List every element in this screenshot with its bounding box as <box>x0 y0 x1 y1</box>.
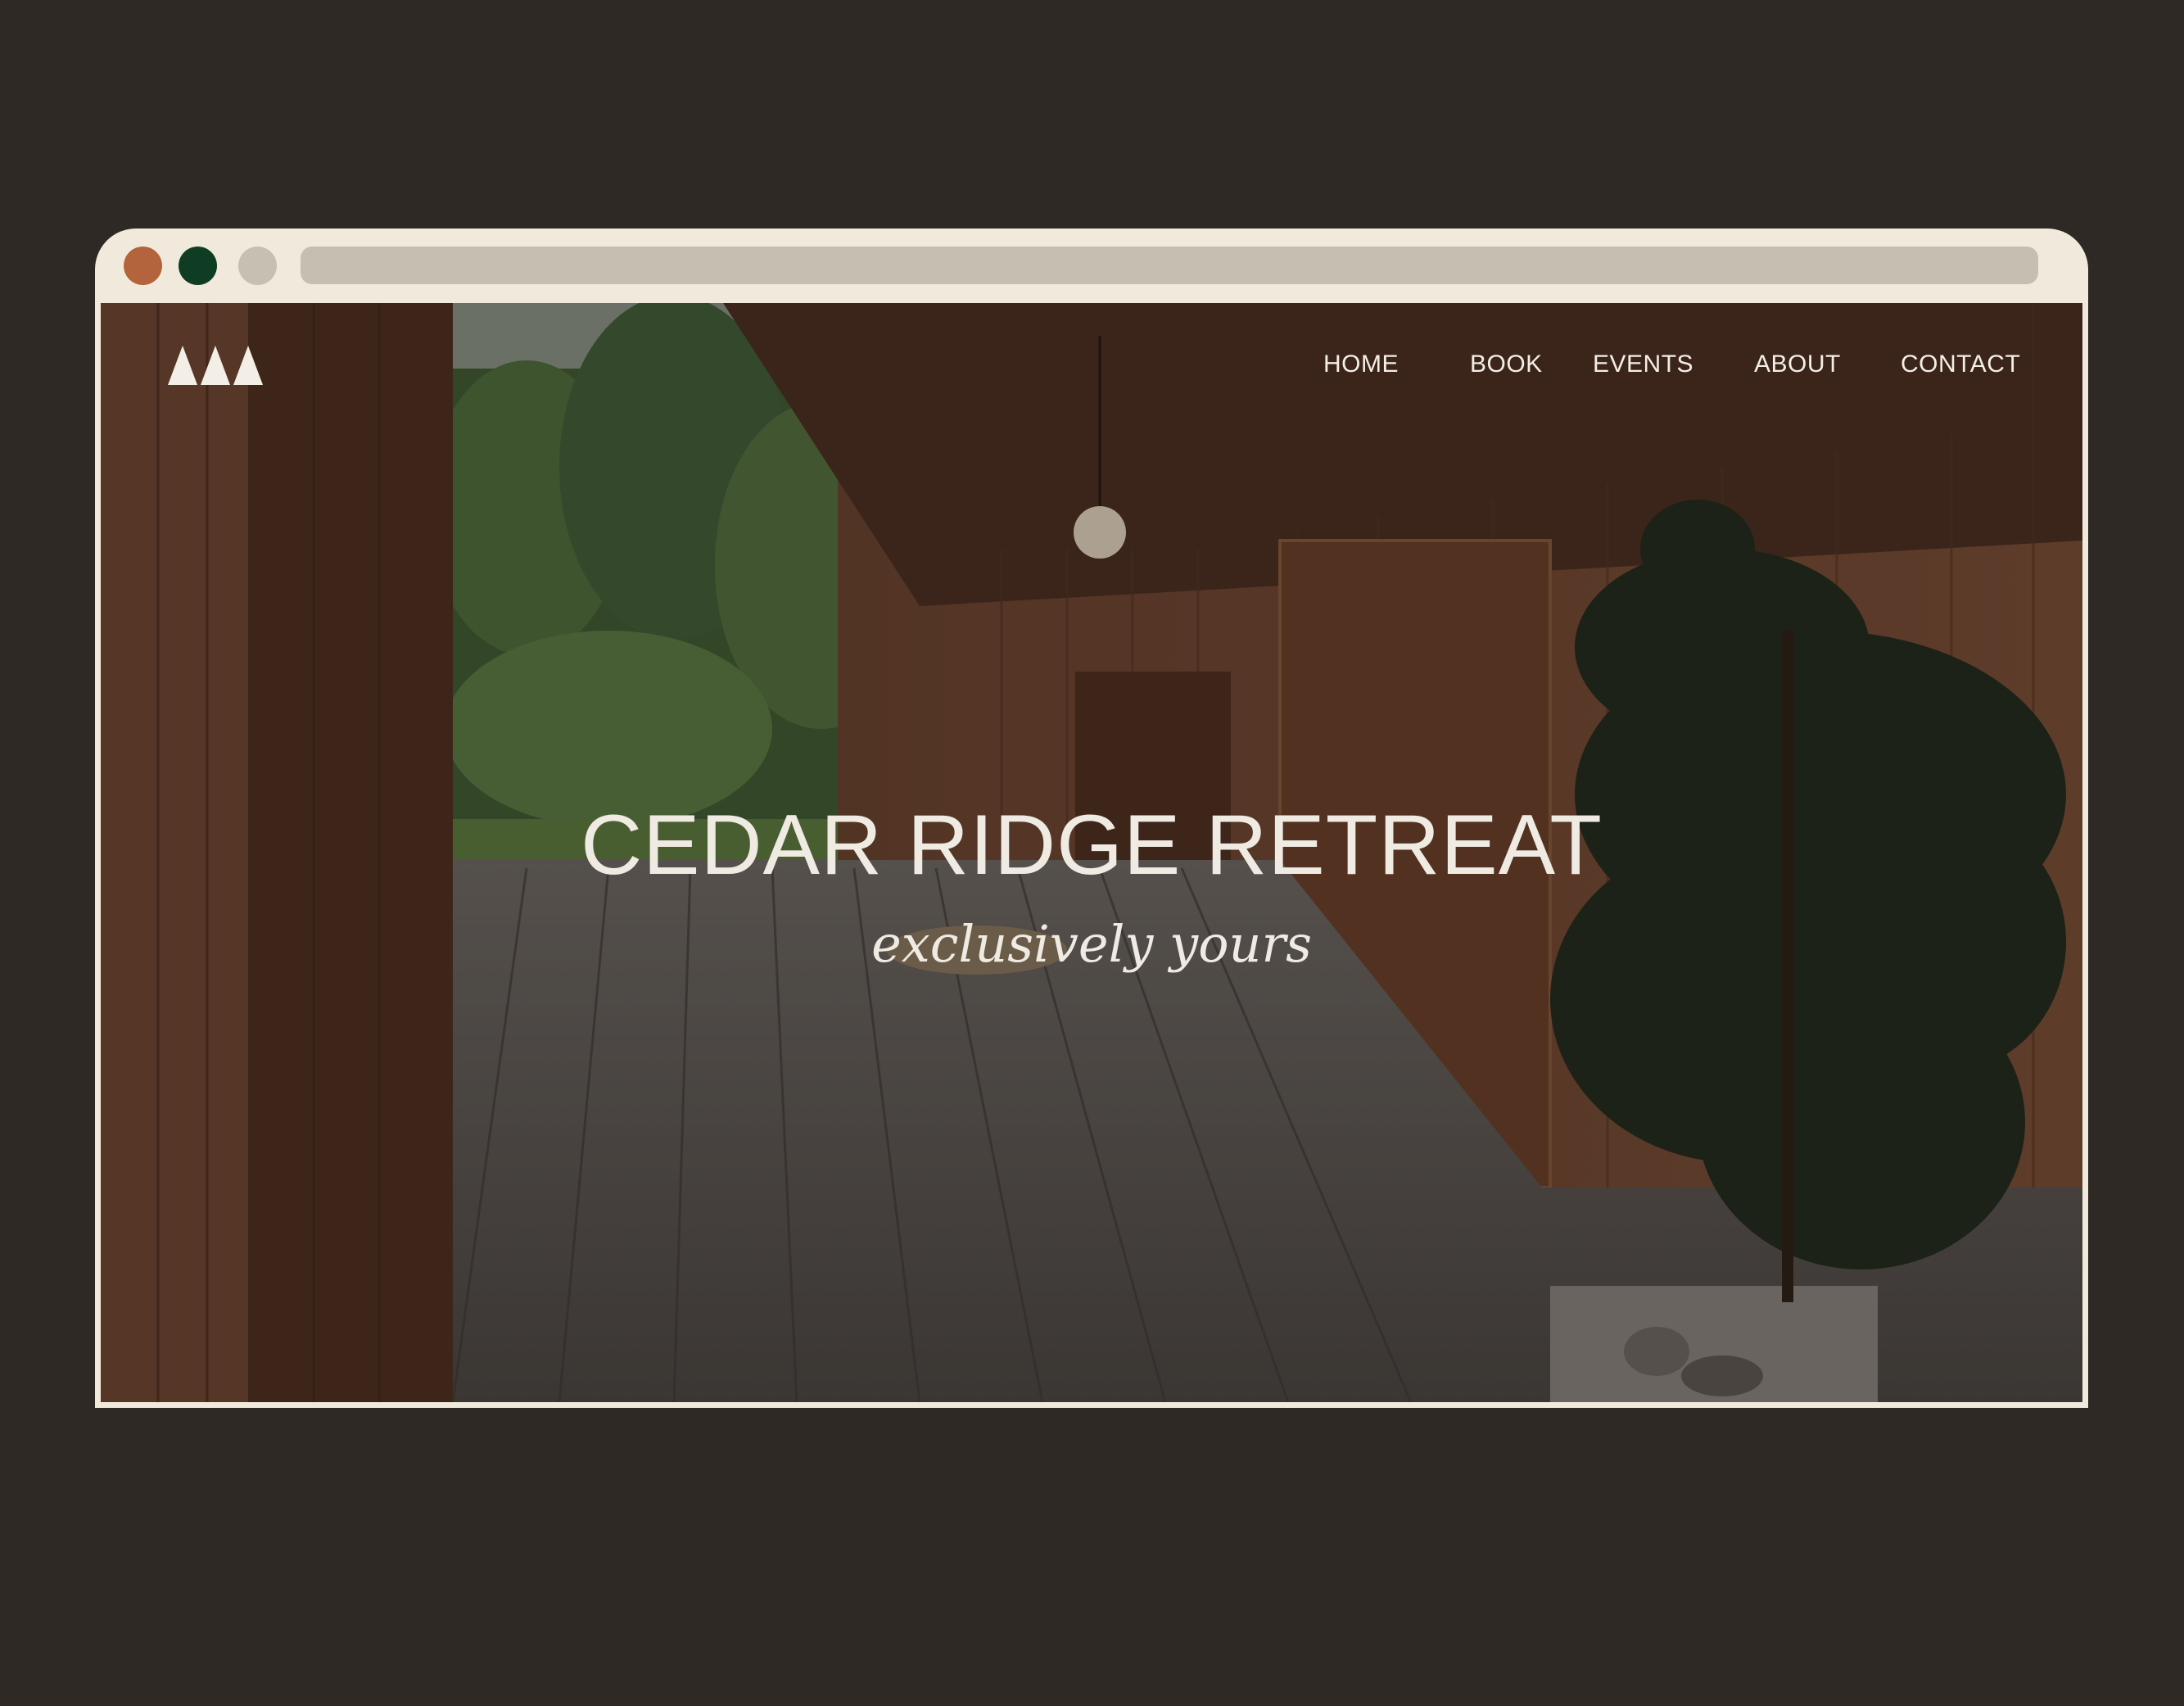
nav-book[interactable]: BOOK <box>1470 351 1543 378</box>
nav-home[interactable]: HOME <box>1323 351 1399 378</box>
nav-events[interactable]: EVENTS <box>1593 351 1693 378</box>
nav-about[interactable]: ABOUT <box>1754 351 1841 378</box>
website-viewport: HOME BOOK EVENTS ABOUT CONTACT CEDAR RID… <box>101 303 2082 1402</box>
three-triangles-icon[interactable] <box>168 346 263 385</box>
address-bar[interactable] <box>301 247 2038 284</box>
maximize-button[interactable] <box>238 247 277 285</box>
hero-subtitle: exclusively yours <box>871 914 1312 974</box>
nav-contact[interactable]: CONTACT <box>1901 351 2020 378</box>
browser-window: HOME BOOK EVENTS ABOUT CONTACT CEDAR RID… <box>95 229 2088 1408</box>
browser-titlebar <box>95 229 2088 303</box>
minimize-button[interactable] <box>179 247 217 285</box>
hero-title: CEDAR RIDGE RETREAT <box>581 798 1603 893</box>
close-button[interactable] <box>124 247 162 285</box>
